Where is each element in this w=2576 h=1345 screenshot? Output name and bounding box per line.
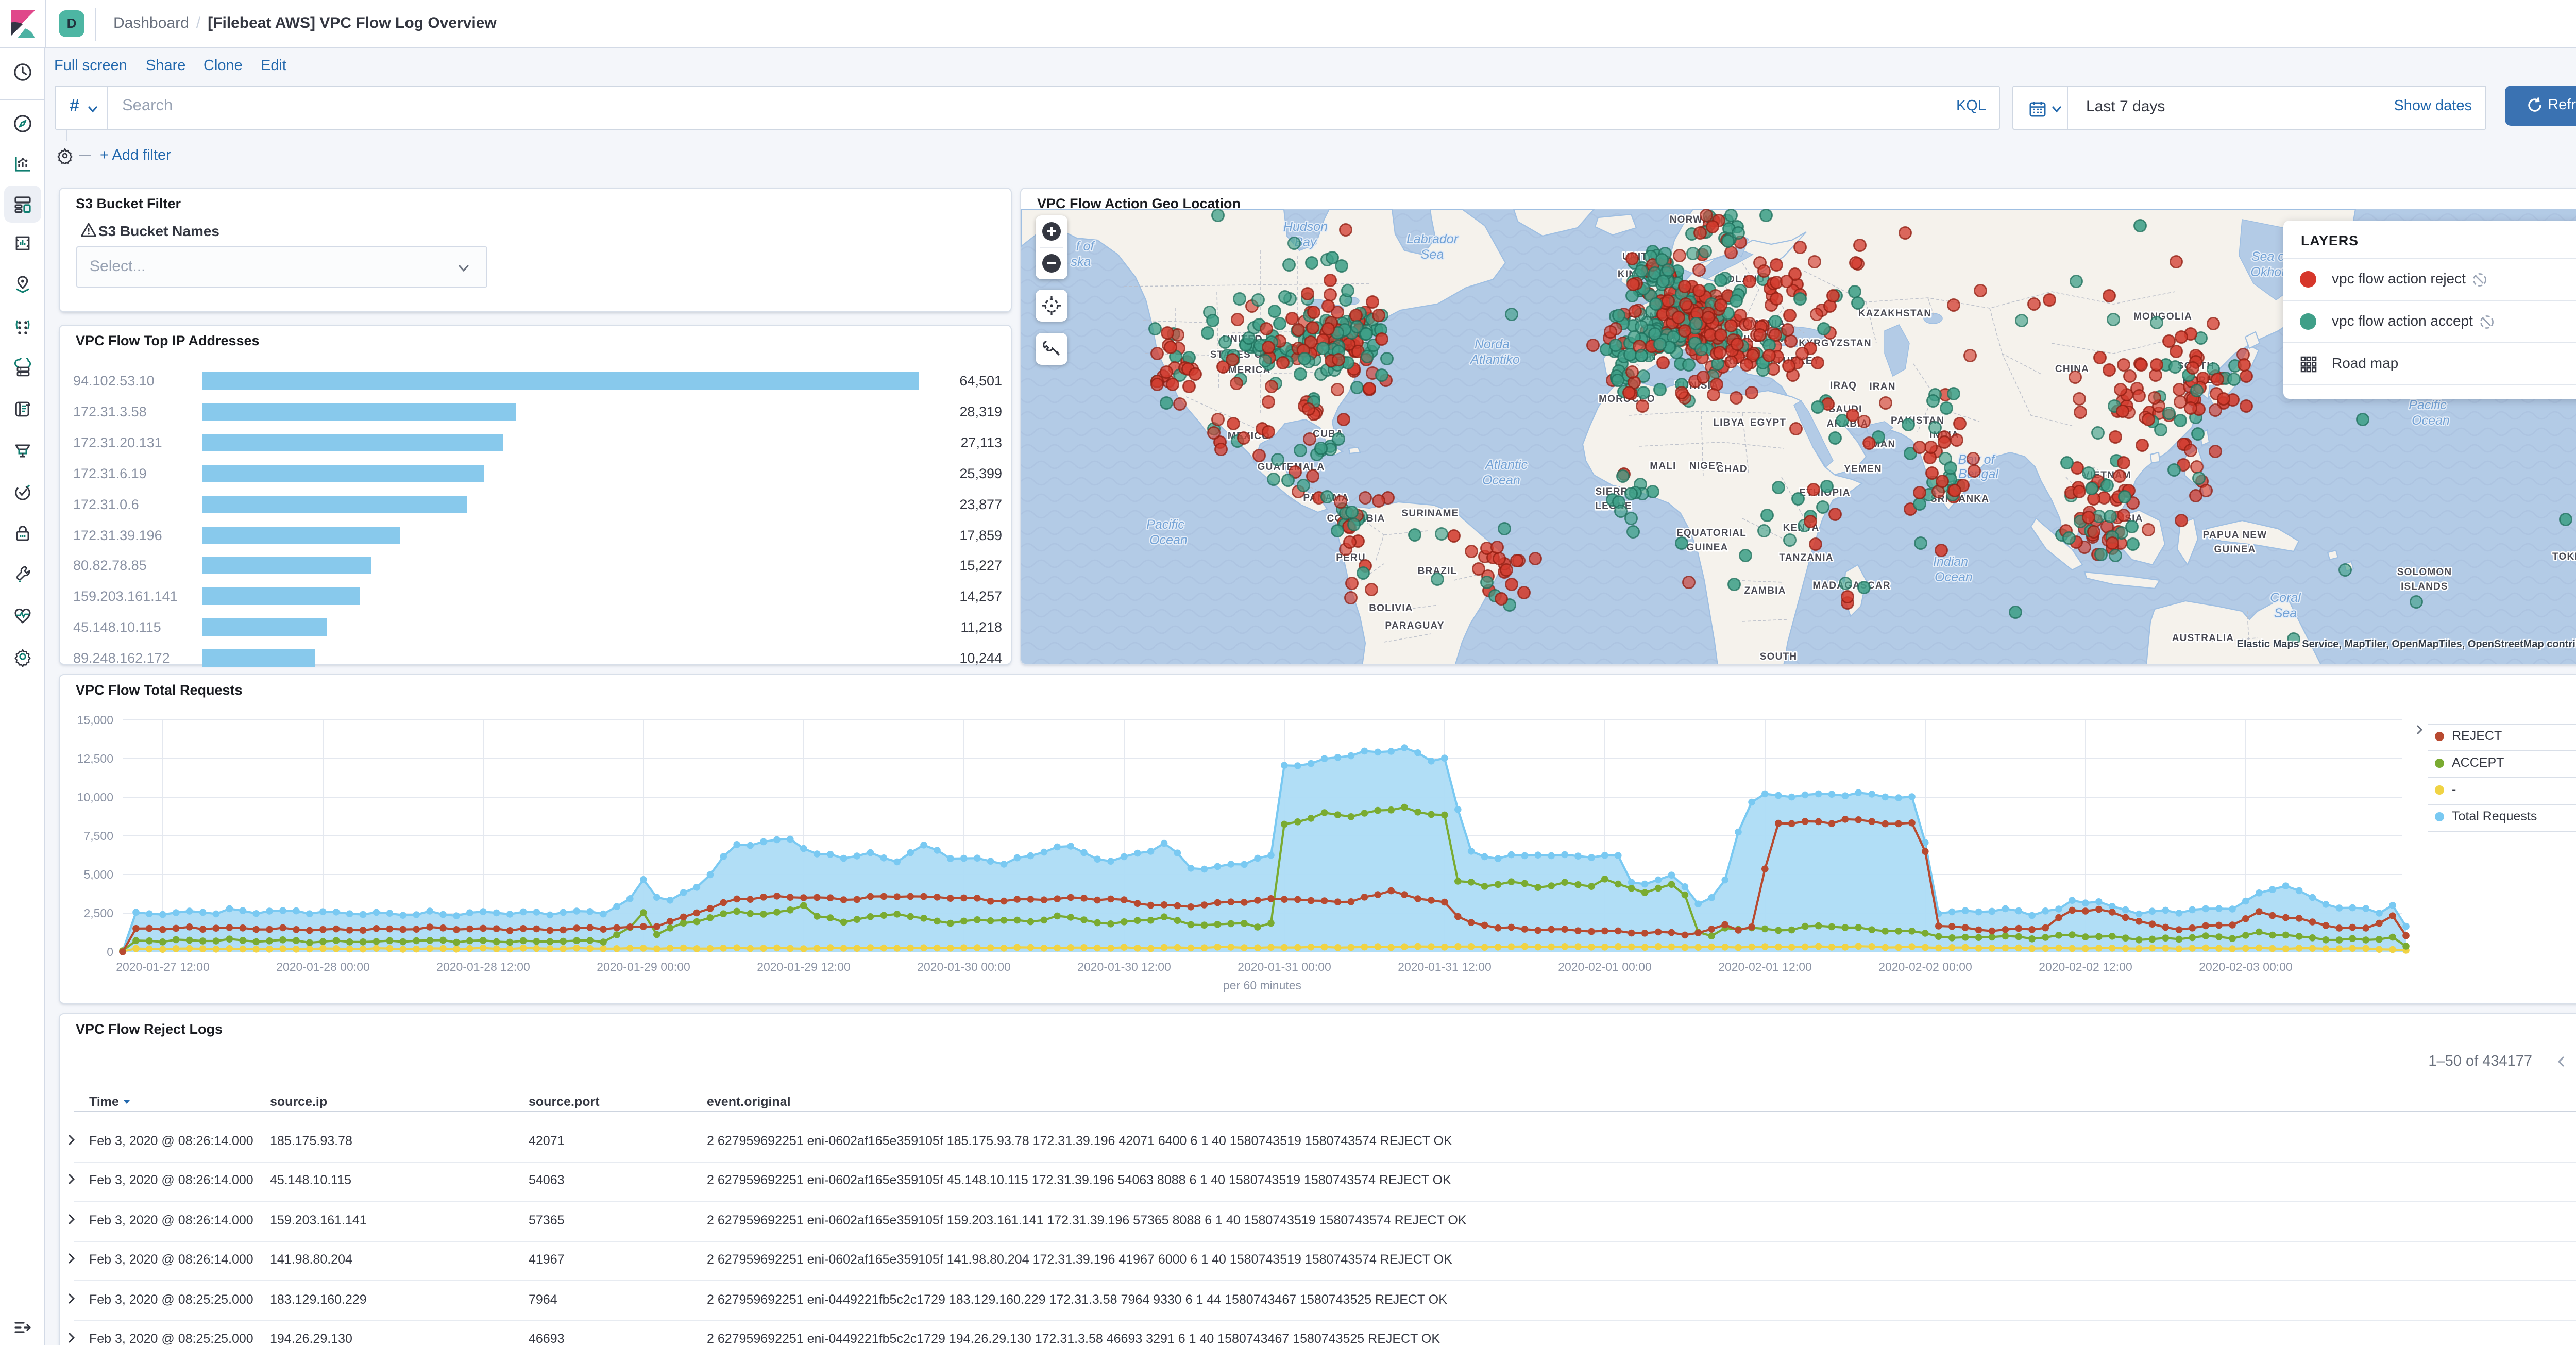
svg-text:2020-02-02 12:00: 2020-02-02 12:00 — [2038, 960, 2132, 973]
svg-text:EQUATORIAL: EQUATORIAL — [1676, 528, 1746, 539]
svg-text:2020-01-28 12:00: 2020-01-28 12:00 — [436, 960, 530, 973]
svg-text:ZAMBIA: ZAMBIA — [1743, 585, 1785, 596]
svg-text:2020-01-31 00:00: 2020-01-31 00:00 — [1237, 960, 1331, 973]
svg-text:AUSTRALIA: AUSTRALIA — [2172, 633, 2234, 644]
svg-text:2020-01-29 12:00: 2020-01-29 12:00 — [756, 960, 850, 973]
svg-text:Hudson: Hudson — [1283, 220, 1327, 234]
svg-text:Sea: Sea — [2274, 606, 2297, 620]
svg-text:Ocean: Ocean — [1149, 533, 1187, 547]
svg-text:TOKELAU: TOKELAU — [2552, 551, 2576, 562]
svg-text:SOLOMON: SOLOMON — [2397, 567, 2452, 578]
svg-text:IRAN: IRAN — [1869, 381, 1895, 392]
svg-text:EGYPT: EGYPT — [1750, 417, 1786, 428]
svg-text:Sea: Sea — [1420, 247, 1444, 262]
svg-text:YEMEN: YEMEN — [1843, 464, 1882, 475]
svg-text:PAPUA NEW: PAPUA NEW — [2202, 530, 2267, 541]
svg-text:Ocean: Ocean — [1934, 570, 1972, 584]
svg-text:KAZAKHSTAN: KAZAKHSTAN — [1858, 308, 1931, 319]
svg-text:LIBYA: LIBYA — [1713, 417, 1744, 428]
svg-text:2,500: 2,500 — [83, 906, 113, 920]
svg-text:Coral: Coral — [2269, 591, 2301, 605]
svg-text:0: 0 — [106, 945, 113, 959]
svg-text:IRAQ: IRAQ — [1829, 380, 1856, 391]
svg-text:10,000: 10,000 — [77, 791, 113, 804]
svg-text:ska: ska — [1071, 255, 1091, 269]
svg-text:Labrador: Labrador — [1406, 232, 1459, 246]
svg-text:Ocean: Ocean — [2411, 413, 2449, 428]
svg-text:Pacific: Pacific — [1146, 517, 1184, 532]
svg-text:GUINEA: GUINEA — [2213, 544, 2255, 555]
svg-text:Indian: Indian — [1933, 554, 1968, 569]
svg-text:Atlantiko: Atlantiko — [1469, 352, 1519, 367]
svg-text:f of: f of — [1076, 239, 1095, 254]
svg-text:15,000: 15,000 — [77, 713, 113, 727]
svg-text:TANZANIA: TANZANIA — [1778, 552, 1833, 563]
svg-text:2020-02-01 00:00: 2020-02-01 00:00 — [1557, 960, 1651, 973]
svg-text:2020-02-03 00:00: 2020-02-03 00:00 — [2198, 960, 2292, 973]
svg-text:Norda: Norda — [1474, 337, 1509, 351]
svg-text:SURINAME: SURINAME — [1401, 508, 1459, 519]
svg-text:CHAD: CHAD — [1716, 464, 1747, 475]
svg-text:2020-01-28 00:00: 2020-01-28 00:00 — [276, 960, 369, 973]
svg-text:SOUTH: SOUTH — [1759, 651, 1797, 662]
svg-text:BOLIVIA: BOLIVIA — [1368, 603, 1412, 614]
svg-text:2020-01-30 12:00: 2020-01-30 12:00 — [1077, 960, 1171, 973]
svg-text:GUINEA: GUINEA — [1686, 542, 1727, 553]
svg-text:per 60 minutes: per 60 minutes — [1223, 979, 1301, 992]
svg-text:12,500: 12,500 — [77, 752, 113, 765]
svg-text:2020-01-27 12:00: 2020-01-27 12:00 — [115, 960, 209, 973]
svg-text:2020-01-30 00:00: 2020-01-30 00:00 — [917, 960, 1010, 973]
svg-text:2020-01-31 12:00: 2020-01-31 12:00 — [1397, 960, 1491, 973]
svg-text:2020-02-01 12:00: 2020-02-01 12:00 — [1718, 960, 1811, 973]
svg-text:7,500: 7,500 — [83, 829, 113, 843]
svg-text:5,000: 5,000 — [83, 868, 113, 881]
svg-text:PARAGUAY: PARAGUAY — [1384, 620, 1444, 631]
svg-text:ISLANDS: ISLANDS — [2400, 581, 2448, 592]
svg-text:MALI: MALI — [1649, 461, 1675, 472]
svg-text:Atlantic: Atlantic — [1484, 458, 1527, 472]
svg-text:2020-02-02 00:00: 2020-02-02 00:00 — [1878, 960, 1972, 973]
svg-text:Ocean: Ocean — [1482, 473, 1520, 487]
svg-text:2020-01-29 00:00: 2020-01-29 00:00 — [596, 960, 690, 973]
svg-text:Pacific: Pacific — [2408, 398, 2446, 412]
